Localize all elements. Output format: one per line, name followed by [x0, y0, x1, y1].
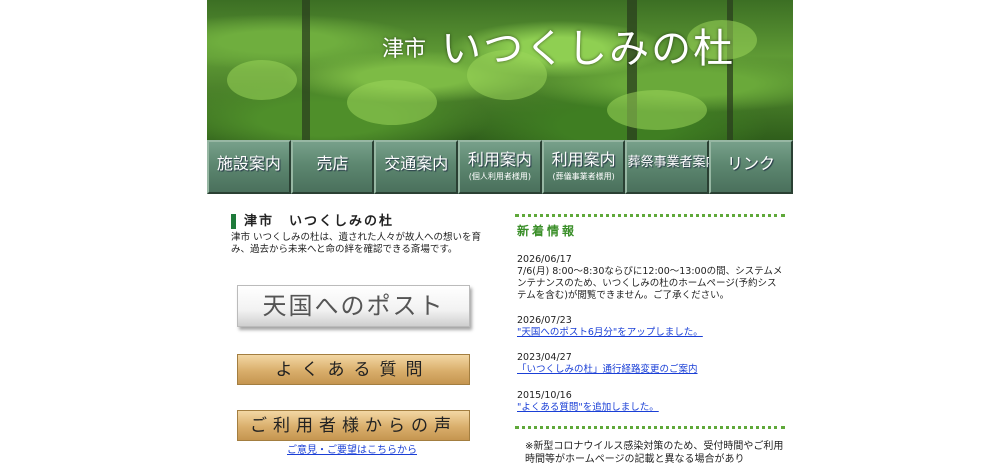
nav-label: 利用案内 — [467, 150, 532, 169]
news-item: 2023/04/27 「いつくしみの杜」通行経路変更のご案内 — [517, 352, 785, 376]
main-nav: 施設案内 売店 交通案内 利用案内 (個人利用者様用) 利用案内 (葬儀事業者様… — [207, 140, 793, 194]
news-text: 7/6(月) 8:00～8:30ならびに12:00～13:00の間、システムメン… — [517, 266, 783, 301]
nav-facility-guide[interactable]: 施設案内 — [207, 140, 291, 194]
header-banner: 津市 いつくしみの杜 — [207, 0, 793, 140]
news-date: 2026/07/23 — [517, 315, 572, 326]
site-title-city: 津市 — [382, 37, 427, 62]
intro-text: 津市 いつくしみの杜は、遺された人々が故人への想いを育み、過去から未来へと命の絆… — [231, 232, 482, 255]
dotted-divider — [515, 214, 785, 217]
nav-shop[interactable]: 売店 — [290, 140, 375, 194]
news-item: 2015/10/16 "よくある質問"を追加しました。 — [517, 390, 785, 414]
feedback-link[interactable]: ご意見・ご要望はこちらから — [287, 441, 417, 456]
nav-label: 利用案内 — [551, 150, 616, 169]
dotted-divider — [515, 426, 785, 429]
tree-trunk — [302, 0, 310, 140]
news-link[interactable]: "よくある質問"を追加しました。 — [517, 402, 785, 414]
nav-access[interactable]: 交通案内 — [374, 140, 459, 194]
news-link[interactable]: "天国へのポスト6月分"をアップしました。 — [517, 327, 785, 339]
nav-label: 葬祭事業者案内 — [627, 155, 719, 170]
foliage — [227, 60, 297, 100]
nav-label: 施設案内 — [216, 154, 281, 173]
heaven-post-button[interactable]: 天国へのポスト — [237, 285, 470, 327]
nav-links[interactable]: リンク — [709, 140, 793, 194]
news-item: 2026/06/17 7/6(月) 8:00～8:30ならびに12:00～13:… — [517, 254, 785, 302]
user-voices-button[interactable]: ご利用者様からの声 — [237, 410, 470, 441]
intro-heading: 津市 いつくしみの杜 — [231, 214, 394, 229]
nav-label: 売店 — [316, 154, 349, 173]
foliage — [347, 80, 437, 125]
page: 津市 いつくしみの杜 施設案内 売店 交通案内 利用案内 (個人利用者様用) 利… — [207, 0, 793, 469]
news-link[interactable]: 「いつくしみの杜」通行経路変更のご案内 — [517, 364, 785, 376]
nav-sublabel: (葬儀事業者様用) — [552, 172, 615, 181]
covid-notice: ※新型コロナウイルス感染対策のため、受付時間やご利用時間等がホームページの記載と… — [525, 441, 784, 465]
news-date: 2015/10/16 — [517, 390, 572, 401]
faq-button[interactable]: よくある質問 — [237, 354, 470, 385]
news-date: 2026/06/17 — [517, 254, 572, 265]
nav-sublabel: (個人利用者様用) — [468, 172, 532, 181]
nav-label: リンク — [726, 154, 775, 173]
site-title: 津市 いつくしみの杜 — [382, 16, 735, 74]
nav-usage-funeral-business[interactable]: 利用案内 (葬儀事業者様用) — [541, 140, 626, 194]
news-date: 2023/04/27 — [517, 352, 572, 363]
nav-funeral-directors[interactable]: 葬祭事業者案内 — [625, 140, 719, 194]
nav-usage-individual[interactable]: 利用案内 (個人利用者様用) — [458, 140, 542, 194]
nav-label: 交通案内 — [384, 154, 449, 173]
news-item: 2026/07/23 "天国へのポスト6月分"をアップしました。 — [517, 315, 785, 339]
news-heading: 新着情報 — [517, 224, 578, 238]
foliage — [607, 90, 707, 130]
site-title-name: いつくしみの杜 — [441, 26, 736, 72]
